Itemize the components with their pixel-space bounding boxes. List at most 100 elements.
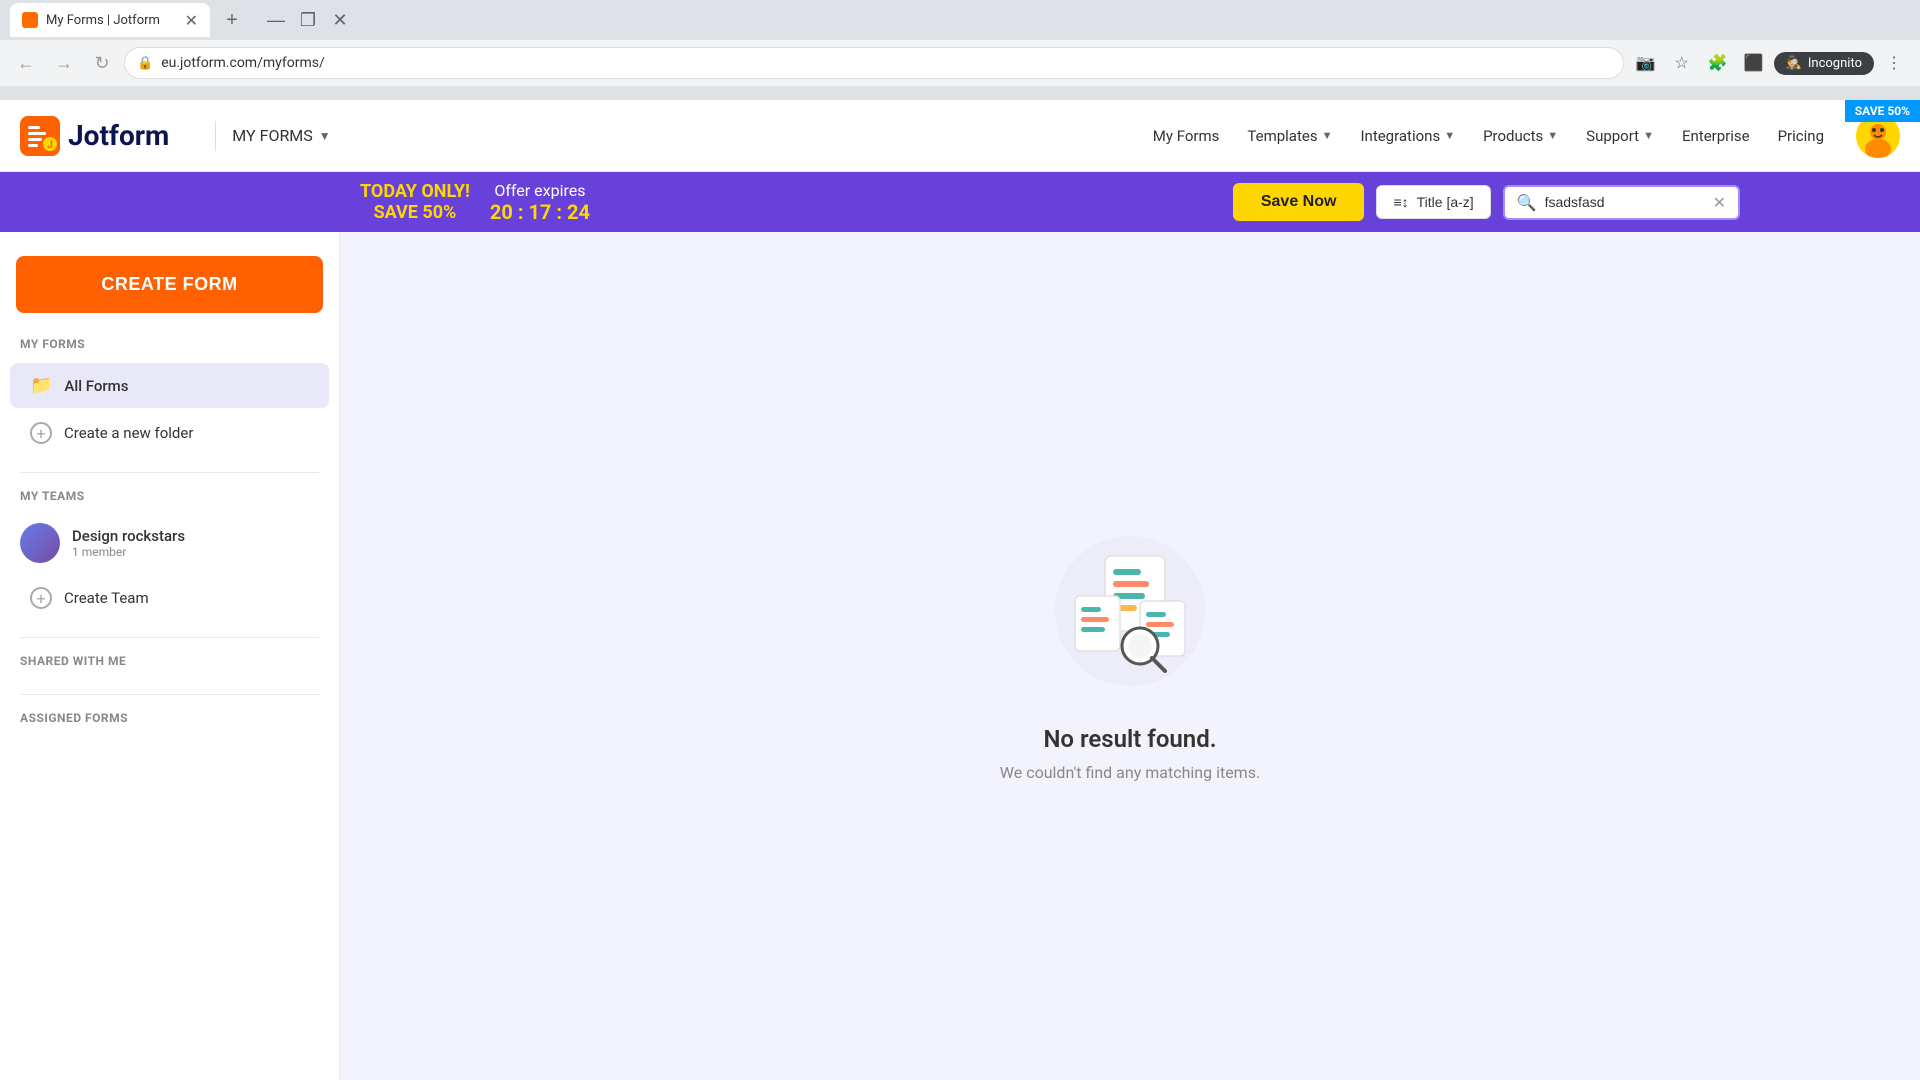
- browser-nav-bar: ← → ↻ 🔒 eu.jotform.com/myforms/ 📷 ☆ 🧩 ⬛ …: [0, 40, 1920, 86]
- nav-links: My Forms Templates ▼ Integrations ▼ Prod…: [1141, 119, 1836, 153]
- incognito-icon: 🕵️: [1786, 56, 1802, 71]
- reload-button[interactable]: ↻: [86, 47, 118, 79]
- nav-enterprise-label: Enterprise: [1682, 127, 1750, 145]
- empty-illustration: [1050, 531, 1210, 691]
- team-name: Design rockstars: [72, 527, 185, 545]
- nav-pricing-label: Pricing: [1778, 127, 1824, 145]
- all-forms-label: All Forms: [64, 377, 128, 395]
- sidebar: CREATE FORM MY FORMS 📁 All Forms + Creat…: [0, 232, 340, 1080]
- sidebar-item-all-forms[interactable]: 📁 All Forms: [10, 363, 329, 408]
- team-avatar: [20, 523, 60, 563]
- logo-area: J Jotform: [20, 116, 169, 156]
- empty-state-title: No result found.: [1000, 725, 1260, 753]
- create-form-button[interactable]: CREATE FORM: [16, 256, 323, 313]
- nav-templates[interactable]: Templates ▼: [1235, 119, 1344, 153]
- lock-icon: 🔒: [137, 56, 153, 71]
- support-chevron-icon: ▼: [1643, 129, 1654, 142]
- incognito-label: Incognito: [1808, 56, 1862, 71]
- save-50-label: SAVE 50%: [1855, 104, 1910, 118]
- create-team-label: Create Team: [64, 589, 149, 607]
- app-wrapper: J Jotform MY FORMS ▼ My Forms Templates …: [0, 100, 1920, 1080]
- empty-state-subtitle: We couldn't find any matching items.: [1000, 763, 1260, 782]
- templates-chevron-icon: ▼: [1322, 129, 1333, 142]
- nav-products-label: Products: [1483, 127, 1543, 145]
- search-icon: 🔍: [1517, 193, 1537, 212]
- sort-label: Title [a-z]: [1417, 194, 1474, 210]
- my-forms-dropdown-icon: ▼: [319, 129, 331, 143]
- window-controls: — ❐ ✕: [262, 6, 354, 34]
- assigned-section-label: ASSIGNED FORMS: [0, 711, 339, 735]
- new-tab-button[interactable]: +: [218, 6, 246, 34]
- profile-icon[interactable]: ⬛: [1738, 47, 1770, 79]
- nav-my-forms-label: My Forms: [1153, 127, 1220, 145]
- nav-templates-label: Templates: [1247, 127, 1317, 145]
- tab-favicon: [22, 12, 38, 28]
- search-clear-icon[interactable]: ✕: [1713, 193, 1726, 212]
- logo-divider: [215, 121, 216, 151]
- save-now-button[interactable]: Save Now: [1233, 183, 1365, 221]
- nav-my-forms[interactable]: My Forms: [1141, 119, 1232, 153]
- sidebar-divider-1: [20, 472, 319, 473]
- sort-icon: ≡↕: [1393, 194, 1408, 210]
- promo-offer-label: Offer expires: [490, 181, 590, 200]
- top-nav: J Jotform MY FORMS ▼ My Forms Templates …: [0, 100, 1920, 172]
- tab-title: My Forms | Jotform: [46, 13, 160, 28]
- extensions-icon[interactable]: 🧩: [1702, 47, 1734, 79]
- team-info: Design rockstars 1 member: [72, 527, 185, 559]
- address-url: eu.jotform.com/myforms/: [161, 55, 325, 71]
- sidebar-divider-3: [20, 694, 319, 695]
- folder-icon: 📁: [30, 375, 52, 396]
- jotform-logo-icon: J: [20, 116, 60, 156]
- nav-pricing[interactable]: Pricing: [1766, 119, 1836, 153]
- close-button[interactable]: ✕: [326, 6, 354, 34]
- browser-chrome: My Forms | Jotform ✕ + — ❐ ✕ ← → ↻ 🔒 eu.…: [0, 0, 1920, 100]
- products-chevron-icon: ▼: [1547, 129, 1558, 142]
- team-members: 1 member: [72, 545, 185, 559]
- forward-button[interactable]: →: [48, 47, 80, 79]
- incognito-badge: 🕵️ Incognito: [1774, 52, 1874, 75]
- star-icon[interactable]: ☆: [1666, 47, 1698, 79]
- promo-today-line2: SAVE 50%: [360, 202, 470, 223]
- promo-right: Save Now ≡↕ Title [a-z] 🔍 ✕: [1233, 183, 1740, 221]
- content-area: No result found. We couldn't find any ma…: [340, 232, 1920, 1080]
- main-content: CREATE FORM MY FORMS 📁 All Forms + Creat…: [0, 232, 1920, 1080]
- nav-enterprise[interactable]: Enterprise: [1670, 119, 1762, 153]
- sort-button[interactable]: ≡↕ Title [a-z]: [1376, 185, 1490, 219]
- nav-actions: 📷 ☆ 🧩 ⬛ 🕵️ Incognito ⋮: [1630, 47, 1910, 79]
- more-options-button[interactable]: ⋮: [1878, 47, 1910, 79]
- search-input[interactable]: [1545, 194, 1705, 210]
- promo-today: TODAY ONLY! SAVE 50%: [360, 181, 470, 223]
- my-forms-nav-label: MY FORMS: [232, 126, 313, 145]
- nav-integrations[interactable]: Integrations ▼: [1348, 119, 1467, 153]
- browser-tab[interactable]: My Forms | Jotform ✕: [10, 3, 210, 37]
- shared-section-label: SHARED WITH ME: [0, 654, 339, 678]
- promo-timer: 20 : 17 : 24: [490, 200, 590, 224]
- create-folder-label: Create a new folder: [64, 424, 193, 442]
- my-teams-section-label: MY TEAMS: [0, 489, 339, 513]
- camera-icon[interactable]: 📷: [1630, 47, 1662, 79]
- tab-close-icon[interactable]: ✕: [185, 11, 198, 30]
- sidebar-item-create-folder[interactable]: + Create a new folder: [10, 410, 329, 456]
- sidebar-item-create-team[interactable]: + Create Team: [10, 575, 329, 621]
- my-forms-section-label: MY FORMS: [0, 337, 339, 361]
- my-forms-nav-link[interactable]: MY FORMS ▼: [232, 126, 330, 145]
- back-button[interactable]: ←: [10, 47, 42, 79]
- nav-support[interactable]: Support ▼: [1574, 119, 1666, 153]
- nav-integrations-label: Integrations: [1360, 127, 1440, 145]
- plus-circle-team-icon: +: [30, 587, 52, 609]
- minimize-button[interactable]: —: [262, 6, 290, 34]
- nav-products[interactable]: Products ▼: [1471, 119, 1570, 153]
- maximize-button[interactable]: ❐: [294, 6, 322, 34]
- promo-text: TODAY ONLY! SAVE 50% Offer expires 20 : …: [360, 181, 590, 224]
- logo-text: Jotform: [68, 119, 169, 152]
- sidebar-divider-2: [20, 637, 319, 638]
- search-box: 🔍 ✕: [1503, 185, 1740, 220]
- address-bar[interactable]: 🔒 eu.jotform.com/myforms/: [124, 47, 1624, 79]
- save-50-badge: SAVE 50%: [1845, 100, 1920, 122]
- sidebar-item-team[interactable]: Design rockstars 1 member: [0, 513, 339, 573]
- browser-title-bar: My Forms | Jotform ✕ + — ❐ ✕: [0, 0, 1920, 40]
- promo-today-line1: TODAY ONLY!: [360, 181, 470, 202]
- promo-banner: TODAY ONLY! SAVE 50% Offer expires 20 : …: [0, 172, 1920, 232]
- empty-state: No result found. We couldn't find any ma…: [1000, 531, 1260, 782]
- integrations-chevron-icon: ▼: [1444, 129, 1455, 142]
